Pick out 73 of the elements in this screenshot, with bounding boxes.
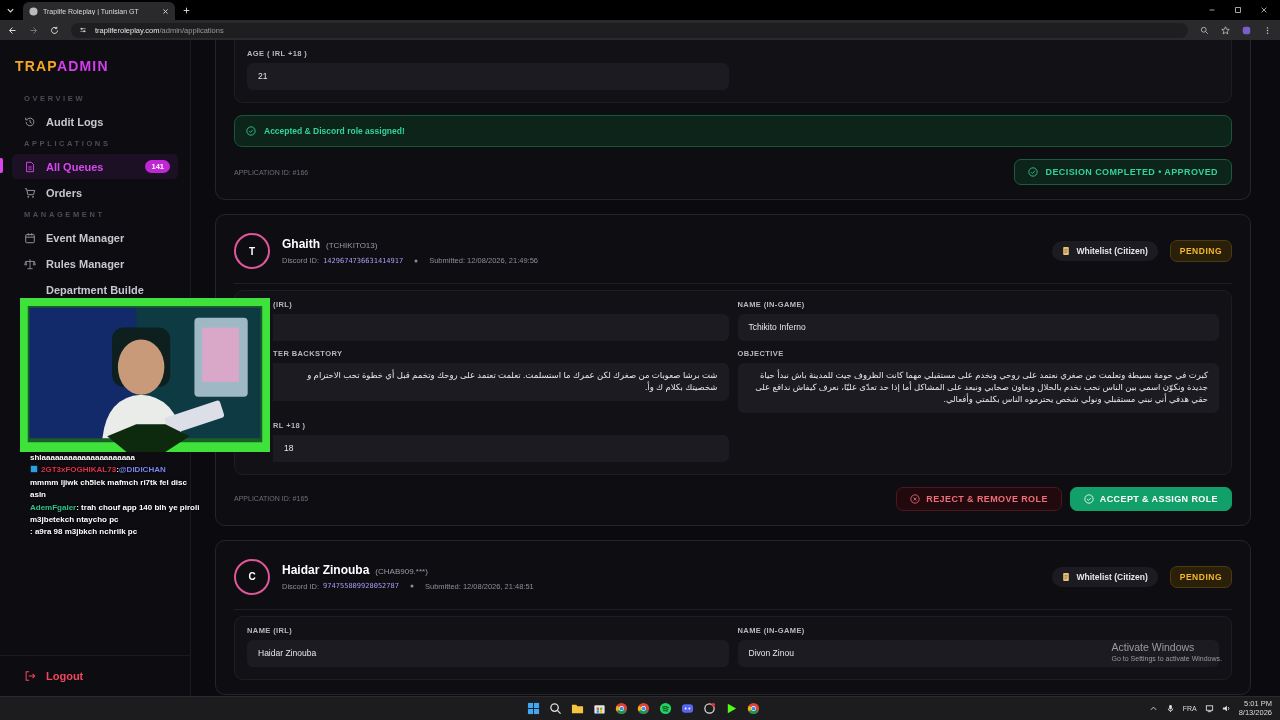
nav-item[interactable]: Department Builde — [12, 277, 178, 302]
cart-icon — [24, 186, 36, 199]
minimize-icon[interactable] — [1208, 6, 1216, 14]
chevron-up-icon[interactable] — [1148, 704, 1158, 713]
type-badge: Whitelist (Citizen) — [1052, 241, 1158, 261]
field-value: 18 — [273, 434, 729, 462]
network-icon[interactable] — [1204, 704, 1214, 713]
status-badge: PENDING — [1169, 565, 1232, 588]
nav-item[interactable]: Orders — [12, 180, 178, 205]
reject-button[interactable]: REJECT & REMOVE ROLE — [896, 486, 1062, 511]
field-value: 21 — [247, 63, 729, 90]
close-icon[interactable] — [162, 7, 169, 15]
store-icon[interactable] — [592, 702, 606, 715]
separator-dot — [414, 258, 419, 263]
type-badge: Whitelist (Citizen) — [1052, 566, 1158, 587]
chat-app-icon[interactable] — [680, 702, 694, 715]
calendar-icon — [24, 231, 36, 244]
extension-icon[interactable] — [1242, 25, 1251, 35]
forward-icon[interactable] — [29, 25, 38, 35]
browser-icon[interactable] — [746, 702, 760, 715]
check-circle-icon — [1027, 167, 1038, 177]
back-icon[interactable] — [8, 25, 17, 35]
applicant-name: Haidar Zinouba — [282, 562, 370, 577]
new-tab-icon[interactable] — [183, 6, 190, 14]
badge-icon — [30, 465, 38, 474]
folder-icon[interactable] — [570, 702, 584, 715]
music-icon[interactable] — [658, 702, 672, 715]
separator-dot — [409, 584, 414, 589]
logout-icon — [24, 670, 36, 682]
app-icon[interactable] — [702, 702, 716, 715]
document-icon — [24, 160, 36, 173]
applicant-handle: (CHAB909.***) — [375, 566, 428, 576]
nav-item[interactable]: Rules Manager — [12, 251, 178, 276]
chat-message: mmmm ljiwk ch5lek mafmch ri7tk fel disc asln — [30, 476, 188, 502]
field-value: كبرت في حومة بسيطة وتعلمت من صغري نعتمد على روحي ونخدم على مستقبلي مهما كانت الظروف جيت للمدينة باش نبدأ حياة جديدة ونكوّن اسمي بين الناس نحب نخدم بالحلال ونعاون صحابي ونبعد على المشاكل أما إذا حد تعدّى عليّا، نعرف كيفاش ندافع على حقي هدفي أني نبني مستقبلي ونولي شخص يحترموه الناس بكلمتي وأفعالي. — [737, 363, 1219, 413]
success-notice: Accepted & Discord role assigned! — [234, 115, 1232, 147]
decision-badge: DECISION COMPLETED • APPROVED — [1013, 159, 1232, 185]
x-circle-icon — [910, 493, 921, 504]
search-icon[interactable] — [548, 702, 562, 715]
field-value: Haidar Zinouba — [247, 639, 729, 667]
chat-message: 2GT3xFOGHIKAL73:@DIDICHAN — [30, 464, 202, 477]
avatar: T — [234, 233, 270, 269]
status-badge: PENDING — [1169, 240, 1232, 262]
scroll-icon — [1062, 571, 1071, 582]
applicant-name: Ghaith — [282, 237, 320, 251]
chat-message: shlaaaaaaaaaaaaaaaaaaaaa — [30, 452, 136, 464]
applicant-handle: (TCHIKITO13) — [326, 241, 378, 250]
volume-icon[interactable] — [1221, 704, 1231, 713]
star-icon[interactable] — [1221, 25, 1230, 35]
start-icon[interactable] — [526, 702, 540, 715]
logout-link[interactable]: Logout — [0, 655, 190, 682]
field-value: Tchikito Inferno — [737, 314, 1219, 341]
microphone-icon[interactable] — [1165, 704, 1175, 713]
maximize-icon[interactable] — [1234, 6, 1242, 14]
scroll-icon — [1062, 246, 1071, 256]
logo: TRAPADMIN — [14, 58, 110, 74]
scale-icon — [24, 257, 36, 270]
zoom-icon[interactable] — [1200, 25, 1209, 35]
site-icon — [29, 6, 38, 16]
field-value: شت برشا صعوبات من صغرك لكن عمرك ما استسلمت. تعلمت تعتمد على روحك وتخمم قبل أي خطوة تحب الاحترام و شخصيتك بكلام ك وأ. — [273, 363, 729, 401]
nav-item[interactable]: Event Manager — [12, 225, 178, 250]
browser-icon[interactable] — [636, 702, 650, 715]
reload-icon[interactable] — [50, 25, 59, 35]
check-circle-icon — [246, 126, 256, 136]
chat-message: : a9ra 98 m3jbkch nchrilk pc — [30, 526, 139, 539]
browser-icon[interactable] — [614, 702, 628, 715]
close-icon[interactable] — [1260, 6, 1268, 14]
activation-title: Activate Windows — [1111, 641, 1196, 653]
chat-message: AdemFgaler: trah chouf app 140 blh ye piroli m3jbetekch ntaycho pc — [30, 501, 201, 526]
check-circle-icon — [1083, 493, 1094, 504]
history-icon — [24, 115, 36, 128]
nav-item[interactable]: Audit Logs — [12, 109, 178, 134]
avatar: C — [234, 558, 270, 595]
